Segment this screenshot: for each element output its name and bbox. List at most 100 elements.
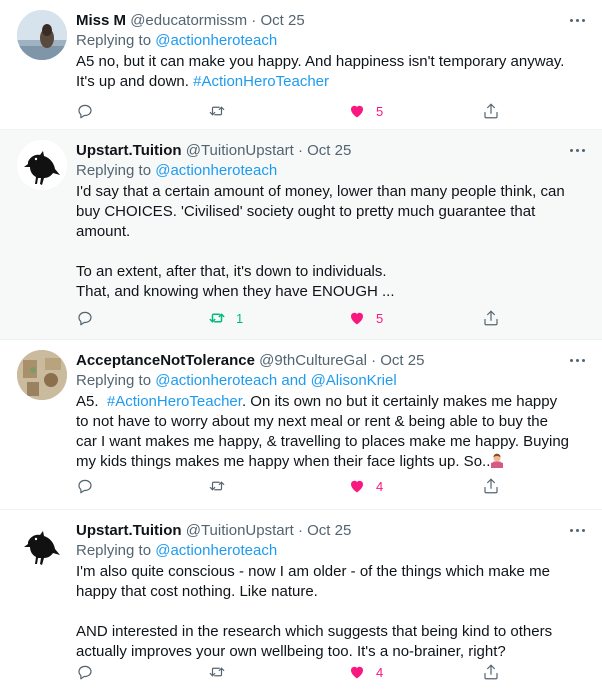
heart-filled-icon [351,312,363,325]
like-button[interactable]: 4 [348,476,383,496]
tweet-text: I'd say that a certain amount of money, … [76,182,588,302]
retweet-icon [209,481,225,491]
more-options-icon[interactable] [568,142,588,158]
crow-icon [17,140,67,190]
tweet-header: Miss M @educatormissm · Oct 25 [76,11,562,31]
avatar[interactable] [17,10,67,60]
tweet-text-line: happy that cost nothing. Like nature. [76,583,318,600]
separator-dot: · [297,142,303,159]
more-options-icon[interactable] [568,352,588,368]
tweet-text-line: to not have to worry about my next meal … [76,413,548,430]
hashtag-link[interactable]: #ActionHeroTeacher [193,73,329,90]
separator-dot: · [251,12,257,29]
tweet-miss-m[interactable]: Miss M @educatormissm · Oct 25 Replying … [0,0,602,130]
tweet-text-segment: A5. [76,393,107,410]
replying-to-label: Replying to [76,162,152,179]
profile-photo-icon [17,10,67,60]
user-handle[interactable]: @TuitionUpstart [186,142,294,159]
tweet-acceptance-not-tolerance[interactable]: AcceptanceNotTolerance @9thCultureGal · … [0,340,602,510]
tweet-date[interactable]: Oct 25 [380,352,424,369]
user-handle[interactable]: @educatormissm [130,12,247,29]
heart-filled-icon [351,480,363,493]
tweet-text-line: A5. #ActionHeroTeacher. On its own no bu… [76,392,588,412]
tweet-text: A5. #ActionHeroTeacher. On its own no bu… [76,392,588,472]
more-options-icon[interactable] [568,12,588,28]
tweet-text-line: To an extent, after that, it's down to i… [76,263,387,280]
replying-to-label: Replying to [76,32,152,49]
tweet-text-line: actually improves your own wellbeing too… [76,643,506,660]
display-name[interactable]: Upstart.Tuition [76,142,182,159]
reply-button[interactable] [76,101,94,121]
share-icon [484,478,498,494]
avatar[interactable] [17,140,67,190]
share-button[interactable] [482,476,500,496]
tweet-header: AcceptanceNotTolerance @9thCultureGal · … [76,351,562,371]
mention-link[interactable]: @actionheroteach [155,542,277,559]
more-options-icon[interactable] [568,522,588,538]
mention-link[interactable]: @actionheroteach [155,162,277,179]
tweet-text-line: I'd say that a certain amount of money, … [76,183,565,200]
crow-icon [17,520,67,570]
tweet-text: A5 no, but it can make you happy. And ha… [76,52,588,92]
display-name[interactable]: AcceptanceNotTolerance [76,352,255,369]
heart-filled-icon [351,105,363,118]
tweet-header: Upstart.Tuition @TuitionUpstart · Oct 25 [76,521,562,541]
reply-button[interactable] [76,308,94,328]
share-button[interactable] [482,101,500,121]
like-button[interactable]: 5 [348,101,383,121]
share-icon [484,664,498,680]
retweet-icon [209,106,225,116]
tweet-header: Upstart.Tuition @TuitionUpstart · Oct 25 [76,141,562,161]
avatar[interactable] [17,350,67,400]
retweet-count: 1 [236,310,244,326]
share-button[interactable] [482,662,500,682]
like-count: 4 [376,664,384,680]
person-shrugging-emoji-icon [491,453,504,468]
display-name[interactable]: Miss M [76,12,126,29]
share-icon [484,103,498,119]
tweet-feed: Miss M @educatormissm · Oct 25 Replying … [0,0,602,694]
separator-dot: · [297,522,303,539]
tweet-text-line: I'm also quite conscious - now I am olde… [76,563,550,580]
tweet-date[interactable]: Oct 25 [307,522,351,539]
reply-icon [78,104,92,119]
retweet-active-icon [209,313,225,323]
mention-link[interactable]: @actionheroteach [155,32,277,49]
user-handle[interactable]: @9thCultureGal [259,352,367,369]
like-button[interactable]: 4 [348,662,383,682]
retweet-button[interactable] [208,476,226,496]
tweet-text-line: AND interested in the research which sug… [76,623,553,640]
avatar[interactable] [17,520,67,570]
display-name[interactable]: Upstart.Tuition [76,522,182,539]
heart-filled-icon [351,666,363,679]
reply-button[interactable] [76,476,94,496]
tweet-text-line: amount. [76,223,131,240]
tweet-text-line [76,242,588,262]
retweet-button[interactable] [208,101,226,121]
tweet-text-line: car I want makes me happy, & travelling … [76,433,570,450]
share-icon [484,310,498,326]
reply-icon [78,665,92,680]
replying-to: Replying to @actionheroteach and @Alison… [76,371,582,391]
replying-to: Replying to @actionheroteach [76,31,582,51]
tweet-actions: 5 [76,101,588,121]
reply-button[interactable] [76,662,94,682]
like-count: 5 [376,310,384,326]
tweet-upstart-tuition-1[interactable]: Upstart.Tuition @TuitionUpstart · Oct 25… [0,130,602,340]
tweet-text-line [76,602,588,622]
user-handle[interactable]: @TuitionUpstart [186,522,294,539]
retweet-button[interactable]: 1 [208,308,243,328]
like-button[interactable]: 5 [348,308,383,328]
share-button[interactable] [482,308,500,328]
tweet-date[interactable]: Oct 25 [260,12,304,29]
hashtag-link[interactable]: #ActionHeroTeacher [107,393,242,410]
mention-link[interactable]: @AlisonKriel [311,372,397,389]
profile-photo-icon [17,350,67,400]
tweet-upstart-tuition-2[interactable]: Upstart.Tuition @TuitionUpstart · Oct 25… [0,510,602,694]
mention-link[interactable]: @actionheroteach [155,372,277,389]
retweet-button[interactable] [208,662,226,682]
tweet-text-line: my kids things makes me happy when their… [76,452,588,472]
tweet-date[interactable]: Oct 25 [307,142,351,159]
tweet-text-segment: It's up and down. [76,73,194,90]
reply-icon [78,479,92,494]
